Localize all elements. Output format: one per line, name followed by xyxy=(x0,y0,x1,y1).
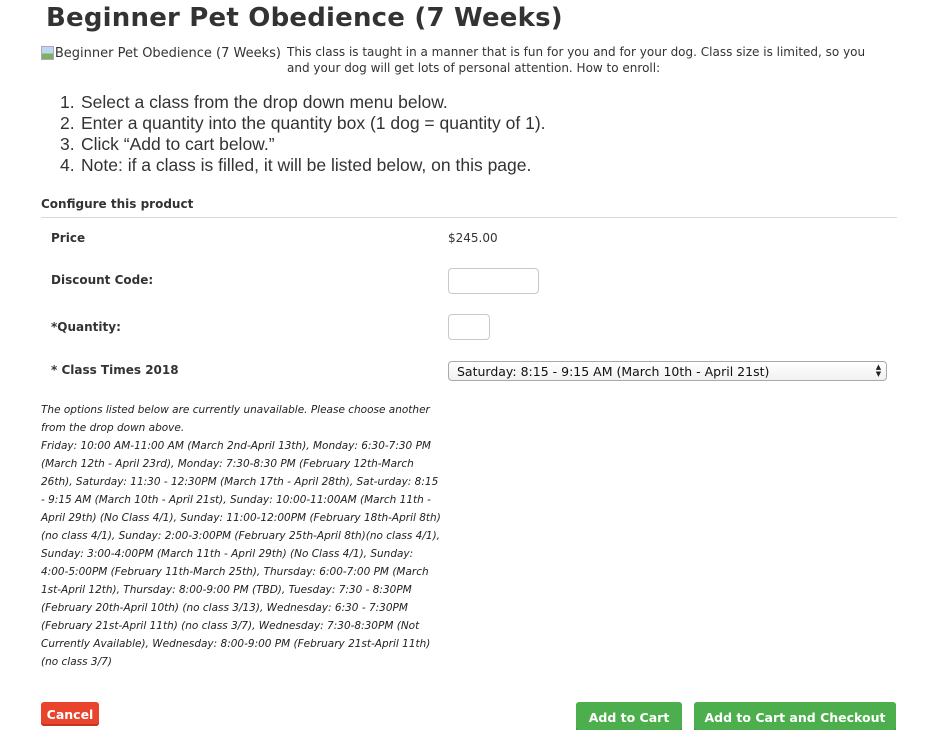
quantity-label: *Quantity: xyxy=(51,320,121,334)
class-times-label: * Class Times 2018 xyxy=(51,363,179,377)
add-to-cart-button[interactable]: Add to Cart xyxy=(576,702,682,730)
product-description: This class is taught in a manner that is… xyxy=(287,45,866,75)
discount-code-label: Discount Code: xyxy=(51,273,154,287)
quantity-input[interactable] xyxy=(448,314,490,340)
step-number: 3. xyxy=(60,134,75,154)
product-page: Beginner Pet Obedience (7 Weeks) Beginne… xyxy=(0,0,943,730)
broken-image-icon xyxy=(41,46,54,60)
select-updown-arrows-icon: ▲ ▼ xyxy=(875,363,882,378)
step-text: Click “Add to cart below.” xyxy=(81,134,275,154)
cancel-button[interactable]: Cancel xyxy=(41,702,99,726)
price-value: $245.00 xyxy=(448,231,498,245)
price-label: Price xyxy=(51,231,86,245)
enroll-step: 4. Note: if a class is filled, it will be… xyxy=(60,155,546,176)
product-image-alt-text: Beginner Pet Obedience (7 Weeks) xyxy=(54,45,281,61)
unavailable-list: Friday: 10:00 AM-11:00 AM (March 2nd-Apr… xyxy=(41,440,441,668)
enroll-step: 1. Select a class from the drop down menu… xyxy=(60,92,546,113)
add-to-cart-and-checkout-button[interactable]: Add to Cart and Checkout xyxy=(694,702,896,730)
page-title: Beginner Pet Obedience (7 Weeks) xyxy=(46,3,563,33)
class-times-select[interactable]: Saturday: 8:15 - 9:15 AM (March 10th - A… xyxy=(448,361,887,381)
enroll-step: 2. Enter a quantity into the quantity box… xyxy=(60,113,546,134)
class-times-selected-value: Saturday: 8:15 - 9:15 AM (March 10th - A… xyxy=(457,363,770,379)
step-text: Enter a quantity into the quantity box (… xyxy=(81,113,546,133)
product-image: Beginner Pet Obedience (7 Weeks) xyxy=(41,44,281,62)
unavailable-options-notice: The options listed below are currently u… xyxy=(41,401,441,671)
enroll-steps-list: 1. Select a class from the drop down menu… xyxy=(60,92,546,176)
step-text: Select a class from the drop down menu b… xyxy=(81,92,448,112)
step-text: Note: if a class is filled, it will be l… xyxy=(81,155,532,175)
step-number: 4. xyxy=(60,155,75,175)
step-number: 1. xyxy=(60,92,75,112)
configure-heading: Configure this product xyxy=(41,197,194,211)
discount-code-input[interactable] xyxy=(448,268,539,294)
unavailable-intro: The options listed below are currently u… xyxy=(41,404,430,434)
enroll-step: 3. Click “Add to cart below.” xyxy=(60,134,546,155)
section-divider xyxy=(41,217,897,218)
step-number: 2. xyxy=(60,113,75,133)
